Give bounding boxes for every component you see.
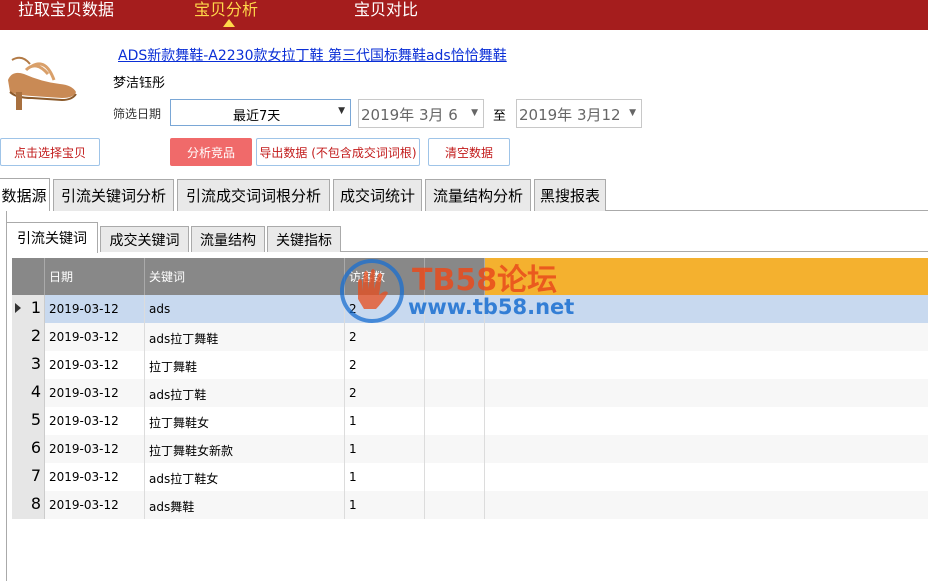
cell-keyword: ads — [145, 295, 345, 323]
date-to-picker[interactable]: 2019年 3月12 ▼ — [516, 99, 642, 128]
shop-name: 梦洁钰彤 — [113, 76, 166, 91]
subtab-key-metrics[interactable]: 关键指标 — [267, 226, 341, 252]
cell-date: 2019-03-12 — [45, 407, 145, 435]
current-row-arrow-icon — [15, 303, 21, 313]
date-range-to-label: 至 — [493, 109, 507, 124]
cell-keyword: ads拉丁鞋女 — [145, 463, 345, 491]
column-header-4[interactable] — [425, 258, 485, 295]
cell-date: 2019-03-12 — [45, 435, 145, 463]
table-row[interactable]: 8 2019-03-12 ads舞鞋 1 — [12, 491, 928, 519]
cell-visitors: 2 — [345, 351, 425, 379]
nav-item-compare[interactable]: 宝贝对比 — [354, 0, 418, 20]
tab-traffic-structure-analysis[interactable]: 流量结构分析 — [425, 179, 531, 211]
cell-empty — [425, 407, 485, 435]
date-to-value: 2019年 3月12 — [519, 106, 621, 124]
table-row[interactable]: 4 2019-03-12 ads拉丁鞋 2 — [12, 379, 928, 407]
table-row[interactable]: 3 2019-03-12 拉丁舞鞋 2 — [12, 351, 928, 379]
cell-keyword: 拉丁舞鞋女 — [145, 407, 345, 435]
date-from-picker[interactable]: 2019年 3月 6 ▼ — [358, 99, 484, 128]
tab-deal-word-stats[interactable]: 成交词统计 — [333, 179, 422, 211]
cell-empty — [425, 323, 485, 351]
dropdown-arrow-icon: ▼ — [338, 106, 345, 116]
table-row[interactable]: 1 2019-03-12 ads 2 — [12, 295, 928, 323]
export-button[interactable]: 导出数据 (不包含成交词词根) — [256, 138, 420, 166]
cell-empty — [425, 491, 485, 519]
table-row[interactable]: 2 2019-03-12 ads拉丁舞鞋 2 — [12, 323, 928, 351]
column-header-keyword[interactable]: 关键词 — [145, 258, 345, 295]
cell-visitors: 1 — [345, 407, 425, 435]
dance-shoe-image — [8, 56, 77, 110]
date-from-value: 2019年 3月 6 — [361, 106, 458, 124]
cell-date: 2019-03-12 — [45, 295, 145, 323]
top-nav-bar: 拉取宝贝数据 宝贝分析 宝贝对比 — [0, 0, 928, 30]
row-number-header — [12, 258, 45, 295]
clear-data-button[interactable]: 清空数据 — [428, 138, 510, 166]
cell-keyword: 拉丁舞鞋 — [145, 351, 345, 379]
cell-visitors: 2 — [345, 295, 425, 323]
table-row[interactable]: 5 2019-03-12 拉丁舞鞋女 1 — [12, 407, 928, 435]
period-value: 最近7天 — [233, 109, 281, 124]
cell-keyword: ads舞鞋 — [145, 491, 345, 519]
cell-empty — [425, 435, 485, 463]
cell-visitors: 1 — [345, 491, 425, 519]
row-number: 4 — [12, 379, 45, 407]
cell-visitors: 2 — [345, 323, 425, 351]
product-title-link[interactable]: ADS新款舞鞋-A2230款女拉丁鞋 第三代国标舞鞋ads恰恰舞鞋 — [118, 45, 507, 65]
filter-date-label: 筛选日期 — [113, 107, 162, 121]
cell-empty — [425, 379, 485, 407]
nav-item-analysis[interactable]: 宝贝分析 — [194, 0, 258, 20]
subtab-strip-divider — [341, 251, 928, 252]
row-number: 6 — [12, 435, 45, 463]
cell-date: 2019-03-12 — [45, 323, 145, 351]
cell-keyword: ads拉丁舞鞋 — [145, 323, 345, 351]
cell-empty — [425, 295, 485, 323]
cell-empty — [425, 463, 485, 491]
cell-visitors: 1 — [345, 435, 425, 463]
subtab-deal-keywords[interactable]: 成交关键词 — [100, 226, 189, 252]
tab-strip-divider — [606, 210, 928, 211]
table-row[interactable]: 6 2019-03-12 拉丁舞鞋女新款 1 — [12, 435, 928, 463]
table-row[interactable]: 7 2019-03-12 ads拉丁鞋女 1 — [12, 463, 928, 491]
period-select[interactable]: 最近7天 ▼ — [170, 99, 351, 126]
cell-date: 2019-03-12 — [45, 491, 145, 519]
nav-fetch-data[interactable]: 拉取宝贝数据 — [18, 0, 114, 20]
panel-border — [6, 211, 7, 581]
tab-data-source[interactable]: 数据源 — [0, 178, 50, 211]
cell-date: 2019-03-12 — [45, 463, 145, 491]
tab-keyword-root-analysis[interactable]: 引流成交词词根分析 — [177, 179, 330, 211]
grid-header: 日期 关键词 访客数 — [12, 258, 928, 295]
tab-black-search-report[interactable]: 黑搜报表 — [534, 179, 606, 211]
row-number: 5 — [12, 407, 45, 435]
row-number: 2 — [12, 323, 45, 351]
cell-visitors: 2 — [345, 379, 425, 407]
column-header-date[interactable]: 日期 — [45, 258, 145, 295]
active-nav-caret-icon — [223, 19, 235, 27]
cell-empty — [425, 351, 485, 379]
cell-keyword: 拉丁舞鞋女新款 — [145, 435, 345, 463]
cell-date: 2019-03-12 — [45, 351, 145, 379]
select-item-button[interactable]: 点击选择宝贝 — [0, 138, 100, 166]
subtab-traffic-keywords[interactable]: 引流关键词 — [6, 222, 98, 253]
row-number: 3 — [12, 351, 45, 379]
cell-visitors: 1 — [345, 463, 425, 491]
dropdown-arrow-icon: ▼ — [629, 108, 636, 118]
row-number: 8 — [12, 491, 45, 519]
cell-date: 2019-03-12 — [45, 379, 145, 407]
cell-keyword: ads拉丁鞋 — [145, 379, 345, 407]
tab-traffic-keyword-analysis[interactable]: 引流关键词分析 — [53, 179, 174, 211]
dropdown-arrow-icon: ▼ — [471, 108, 478, 118]
subtab-traffic-structure[interactable]: 流量结构 — [191, 226, 265, 252]
row-number: 7 — [12, 463, 45, 491]
column-header-visitors[interactable]: 访客数 — [345, 258, 425, 295]
analyze-button[interactable]: 分析竞品 — [170, 138, 252, 166]
